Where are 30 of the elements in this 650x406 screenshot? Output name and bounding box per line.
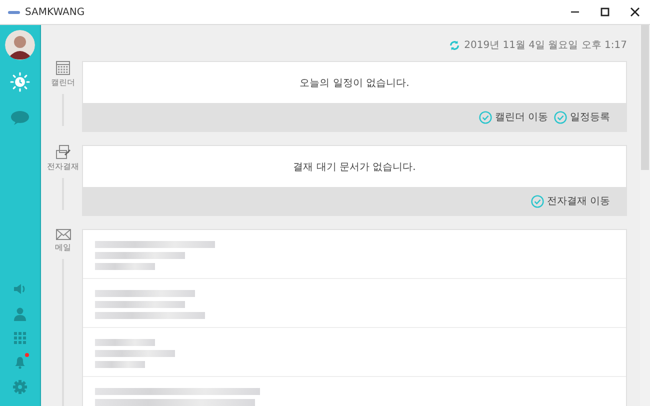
sun-clock-icon [10,72,30,92]
calendar-icon [56,61,70,75]
check-circle-icon [530,194,544,208]
document-pen-icon [56,145,70,159]
action-link[interactable]: 일정등록 [554,110,610,124]
section-label: 전자결재 [47,161,79,172]
section-label: 캘린더 [51,77,75,88]
avatar[interactable] [5,30,35,60]
empty-message: 결재 대기 문서가 없습니다. [292,160,417,174]
scrollbar[interactable] [640,25,650,406]
speaker-icon [13,282,27,296]
action-link[interactable]: 캘린더 이동 [478,110,548,124]
person-icon [13,307,27,321]
check-circle-icon [478,110,492,124]
section-label: 메일 [55,242,71,253]
envelope-icon [56,229,70,240]
grid-icon [14,332,26,344]
settings-icon [13,380,27,394]
speech-bubble-icon [10,110,30,126]
maximize-icon [600,7,610,17]
bell-icon [13,355,27,369]
close-icon [630,7,640,17]
check-circle-icon [554,110,567,124]
action-link[interactable]: 전자결재 이동 [530,194,610,208]
empty-message: 오늘의 일정이 없습니다. [298,76,410,90]
scroll-thumb[interactable] [641,25,649,170]
refresh-icon[interactable] [449,40,460,50]
logo-icon [8,10,20,14]
window-title: SAMKWANG [25,6,85,18]
timestamp: 2019년 11월 4일 월요일 오후 1:17 [464,39,627,52]
